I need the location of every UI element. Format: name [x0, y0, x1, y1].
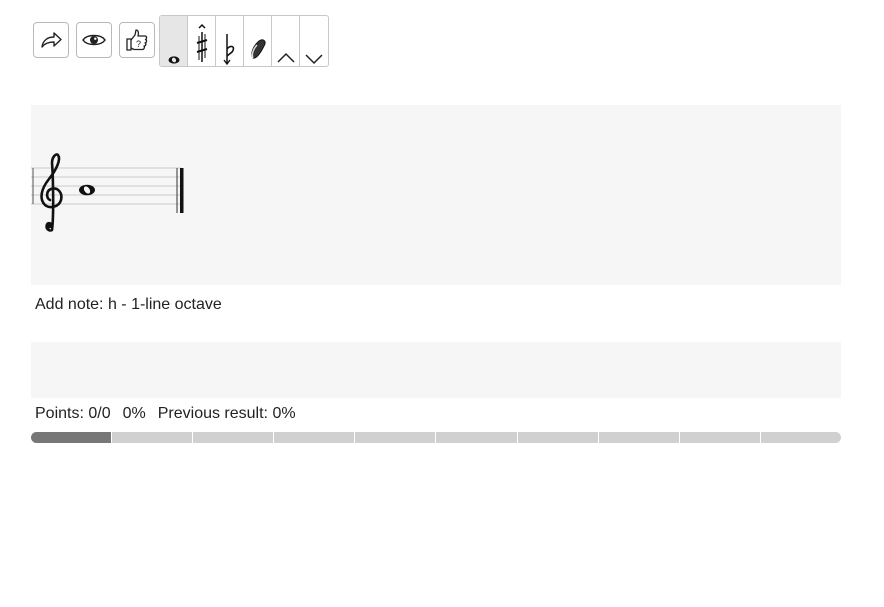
show-solution-button[interactable] [76, 22, 112, 58]
progress-segment [679, 432, 760, 443]
thumbs-up-question-icon: ? [126, 29, 148, 51]
flat-button[interactable] [216, 16, 244, 66]
share-button[interactable] [33, 22, 69, 58]
music-staff [31, 153, 184, 232]
points-text: Points: 0/0 [35, 405, 111, 422]
flat-icon [223, 34, 235, 66]
pitch-up-button[interactable] [272, 16, 300, 66]
chevron-up-icon [277, 52, 295, 63]
sharp-icon [196, 23, 208, 62]
progress-segment [31, 432, 112, 443]
treble-clef-icon [40, 153, 63, 232]
percent-text: 0% [122, 405, 146, 422]
progress-segment [193, 432, 274, 443]
pitch-down-button[interactable] [300, 16, 328, 66]
progress-segment [760, 432, 841, 443]
sharp-button[interactable] [188, 16, 216, 66]
progress-segment [112, 432, 193, 443]
check-answer-button[interactable]: ? [119, 22, 155, 58]
score-line: Points: 0/0 0% Previous result: 0% [35, 405, 308, 423]
progress-segment [598, 432, 679, 443]
eraser-button[interactable] [244, 16, 272, 66]
chevron-down-icon [305, 54, 323, 65]
eye-icon [82, 34, 106, 46]
whole-note-icon [168, 56, 180, 64]
eraser-icon [251, 39, 266, 59]
whole-note-button[interactable] [160, 16, 188, 66]
progress-segment [355, 432, 436, 443]
answer-area [31, 342, 841, 398]
progress-segment [274, 432, 355, 443]
final-barline-thick [180, 168, 184, 213]
previous-result-text: Previous result: 0% [157, 405, 296, 422]
whole-note-b[interactable] [79, 184, 95, 196]
svg-text:?: ? [136, 39, 141, 49]
progress-segment [436, 432, 517, 443]
share-arrow-icon [41, 32, 62, 48]
note-input-toolbar [159, 15, 329, 67]
status-text: Add note: h - 1-line octave [35, 296, 222, 313]
staff-area[interactable] [31, 105, 841, 285]
progress-segment [517, 432, 598, 443]
progress-bar [31, 432, 841, 443]
